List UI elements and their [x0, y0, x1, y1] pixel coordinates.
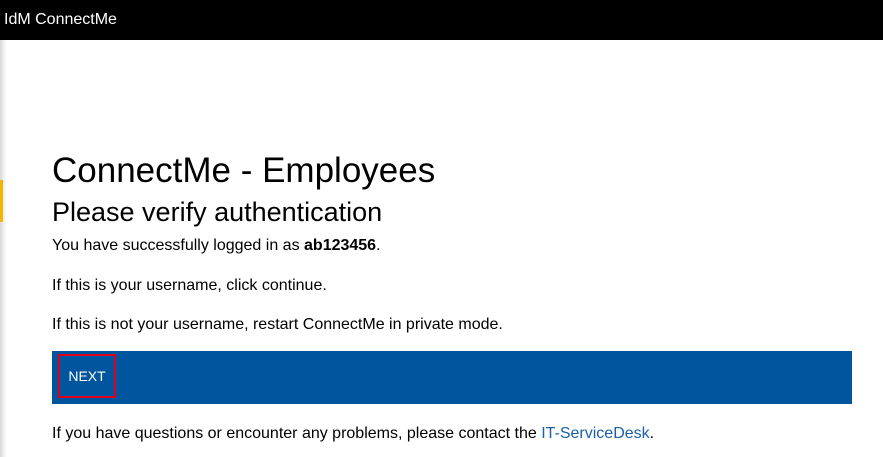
- left-edge-accent: [0, 180, 3, 222]
- left-edge-shadow: [0, 40, 7, 457]
- top-bar: IdM ConnectMe: [0, 0, 883, 40]
- private-mode-instruction: If this is not your username, restart Co…: [52, 316, 503, 333]
- continue-instruction: If this is your username, click continue…: [52, 277, 327, 294]
- username: ab123456: [304, 237, 377, 254]
- action-bar: NEXT: [52, 351, 852, 404]
- logged-in-prefix: You have successfully logged in as: [52, 237, 305, 254]
- help-message: If you have questions or encounter any p…: [52, 424, 654, 444]
- next-button[interactable]: NEXT: [58, 354, 116, 398]
- app-title: IdM ConnectMe: [4, 11, 117, 28]
- page-subtitle: Please verify authentication: [52, 197, 383, 227]
- logged-in-message: You have successfully logged in as ab123…: [52, 236, 381, 256]
- page-title: ConnectMe - Employees: [52, 151, 436, 190]
- help-prefix: If you have questions or encounter any p…: [52, 425, 542, 442]
- it-servicedesk-link[interactable]: IT-ServiceDesk: [541, 425, 649, 442]
- help-suffix: .: [649, 425, 655, 442]
- logged-in-suffix: .: [376, 237, 381, 254]
